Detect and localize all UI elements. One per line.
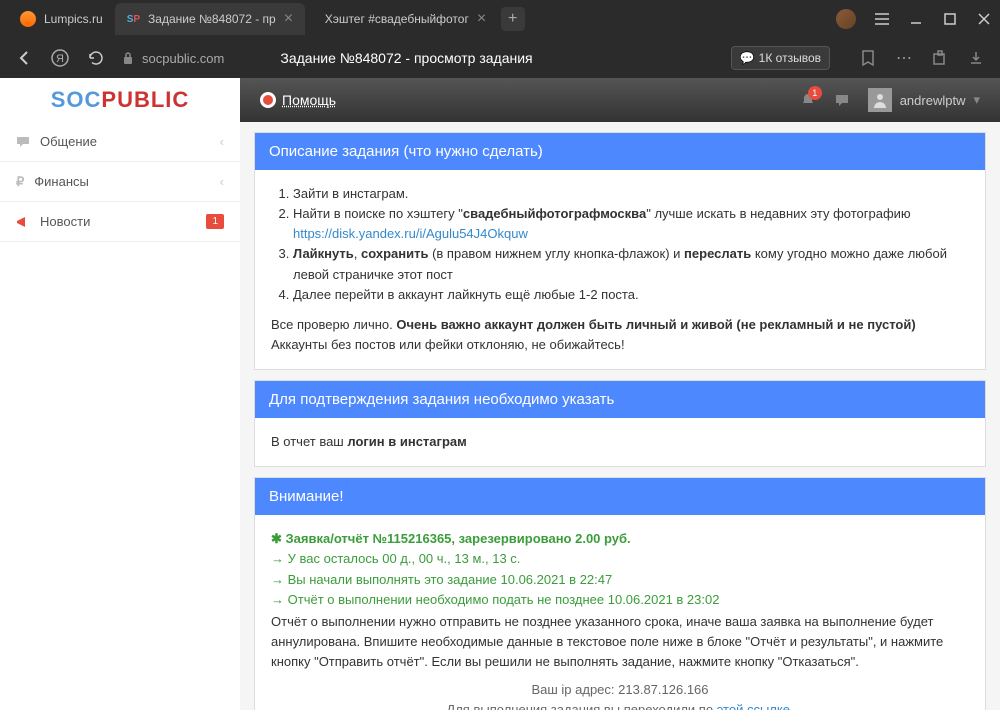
task-step: Далее перейти в аккаунт лайкнуть ещё люб… (293, 285, 969, 305)
help-label: Помощь (282, 92, 336, 108)
lock-icon (122, 51, 134, 65)
more-icon[interactable]: ⋯ (894, 48, 914, 68)
user-avatar-icon (868, 88, 892, 112)
panel-body: ✱ Заявка/отчёт №115216365, зарезервирова… (255, 515, 985, 710)
page-title: Задание №848072 - просмотр задания (280, 50, 532, 66)
favicon-socpublic: SP (127, 14, 140, 25)
favicon-lumpics (20, 11, 36, 27)
ruble-icon: ₽ (16, 174, 24, 190)
tab-label: Хэштег #свадебныйфотог (325, 12, 469, 26)
close-window-icon[interactable] (976, 11, 992, 27)
sidebar-item-label: Общение (40, 134, 97, 149)
content-column: Описание задания (что нужно сделать) Зай… (240, 122, 1000, 710)
comment-icon (16, 135, 30, 149)
tab-lumpics[interactable]: Lumpics.ru (8, 3, 115, 35)
address-bar: Я socpublic.com Задание №848072 - просмо… (0, 38, 1000, 78)
task-step: Лайкнуть, сохранить (в правом нижнем угл… (293, 244, 969, 284)
panel-body: В отчет ваш логин в инстаграм (255, 418, 985, 466)
panel-header: Внимание! (255, 478, 985, 515)
url-box[interactable]: socpublic.com (122, 51, 224, 66)
extensions-icon[interactable] (930, 48, 950, 68)
username: andrewlptw (900, 93, 966, 108)
reviews-button[interactable]: 💬 1К отзывов (731, 46, 830, 70)
news-badge: 1 (206, 214, 224, 229)
yandex-disk-link[interactable]: https://disk.yandex.ru/i/Agulu54J4Okquw (293, 226, 528, 241)
attention-text: Отчёт о выполнении нужно отправить не по… (271, 612, 969, 672)
site-header: SOCPUBLIC Помощь 1 andrewlptw (0, 78, 1000, 122)
maximize-icon[interactable] (942, 11, 958, 27)
profile-avatar-icon[interactable] (836, 9, 856, 29)
panel-header: Описание задания (что нужно сделать) (255, 133, 985, 170)
notif-badge: 1 (808, 86, 822, 100)
close-icon[interactable]: × (284, 10, 293, 28)
task-note: Все проверю лично. Очень важно аккаунт д… (271, 315, 969, 355)
order-line: ✱ Заявка/отчёт №115216365, зарезервирова… (271, 529, 969, 549)
sidebar-item-chat[interactable]: Общение ‹ (0, 122, 240, 162)
sidebar-item-news[interactable]: Новости 1 (0, 202, 240, 242)
window-controls (836, 9, 992, 29)
life-ring-icon (260, 92, 276, 108)
close-icon[interactable]: × (477, 10, 486, 28)
page-content: SOCPUBLIC Помощь 1 andrewlptw (0, 78, 1000, 710)
comment-icon: 💬 (740, 51, 755, 65)
chat-icon[interactable] (834, 92, 850, 108)
back-icon[interactable] (14, 48, 34, 68)
new-tab-button[interactable]: + (501, 7, 525, 31)
panel-header: Для подтверждения задания необходимо ука… (255, 381, 985, 418)
header-nav: Помощь 1 andrewlptw ▾ (240, 88, 1000, 112)
tab-label: Задание №848072 - пр (148, 12, 276, 26)
task-step: Зайти в инстаграм. (293, 184, 969, 204)
sidebar-item-finance[interactable]: ₽ Финансы ‹ (0, 162, 240, 202)
panel-attention: Внимание! ✱ Заявка/отчёт №115216365, зар… (254, 477, 986, 710)
started-line: → Вы начали выполнять это задание 10.06.… (271, 570, 969, 590)
chevron-down-icon: ▾ (973, 92, 980, 108)
bookmark-icon[interactable] (858, 48, 878, 68)
chevron-left-icon: ‹ (220, 174, 224, 189)
menu-icon[interactable] (874, 11, 890, 27)
sidebar-item-label: Финансы (34, 174, 89, 189)
panel-body: Зайти в инстаграм. Найти в поиске по хэш… (255, 170, 985, 369)
minimize-icon[interactable] (908, 11, 924, 27)
task-link[interactable]: этой ссылке (717, 702, 790, 710)
reload-icon[interactable] (86, 48, 106, 68)
reviews-label: 1К отзывов (759, 51, 821, 65)
download-icon[interactable] (966, 48, 986, 68)
user-menu[interactable]: andrewlptw ▾ (868, 88, 980, 112)
time-left-line: → У вас осталось 00 д., 00 ч., 13 м., 13… (271, 549, 969, 569)
tabs-bar: Lumpics.ru SP Задание №848072 - пр × Хэш… (0, 0, 1000, 38)
main-area: Общение ‹ ₽ Финансы ‹ Новости 1 Описание… (0, 122, 1000, 710)
deadline-line: → Отчёт о выполнении необходимо подать н… (271, 590, 969, 610)
yandex-icon[interactable]: Я (50, 48, 70, 68)
sidebar-item-label: Новости (40, 214, 90, 229)
tab-socpublic[interactable]: SP Задание №848072 - пр × (115, 3, 305, 35)
sidebar: Общение ‹ ₽ Финансы ‹ Новости 1 (0, 122, 240, 710)
help-link[interactable]: Помощь (260, 92, 336, 108)
site-logo[interactable]: SOCPUBLIC (0, 78, 240, 122)
tab-instagram[interactable]: Хэштег #свадебныйфотог × (305, 3, 495, 35)
megaphone-icon (16, 215, 30, 229)
tab-label: Lumpics.ru (44, 12, 103, 26)
ip-block: Ваш ip адрес: 213.87.126.166 Для выполне… (271, 680, 969, 710)
task-step: Найти в поиске по хэштегу "свадебныйфото… (293, 204, 969, 244)
chevron-left-icon: ‹ (220, 134, 224, 149)
notifications-icon[interactable]: 1 (800, 92, 816, 108)
url-text: socpublic.com (142, 51, 224, 66)
svg-text:Я: Я (56, 53, 64, 65)
panel-description: Описание задания (что нужно сделать) Зай… (254, 132, 986, 370)
panel-confirm: Для подтверждения задания необходимо ука… (254, 380, 986, 467)
browser-chrome: Lumpics.ru SP Задание №848072 - пр × Хэш… (0, 0, 1000, 78)
